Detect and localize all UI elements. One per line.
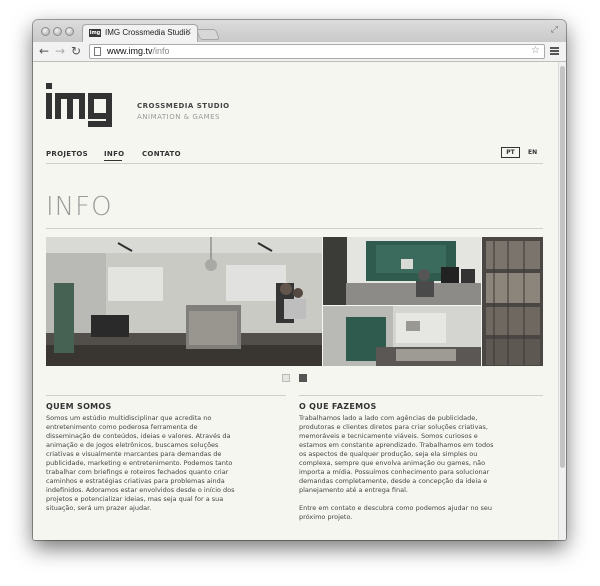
section-text-quem-somos: Somos um estúdio multidisciplinar que ac… — [46, 414, 235, 512]
tab-title: IMG Crossmedia Studio — [105, 28, 190, 37]
section-title-quem-somos: QUEM SOMOS — [46, 402, 112, 411]
scrollbar-thumb[interactable] — [560, 66, 565, 468]
close-window-button[interactable] — [41, 27, 50, 36]
office-photo-image — [46, 237, 543, 366]
vertical-scrollbar[interactable] — [558, 62, 566, 540]
hero-photo-gallery[interactable] — [46, 237, 543, 366]
gallery-dot-2[interactable] — [299, 374, 307, 382]
studio-subtitle: ANIMATION & GAMES — [137, 113, 220, 121]
reload-icon[interactable]: ↻ — [71, 44, 81, 58]
arrow-left-icon[interactable]: ← — [39, 44, 49, 58]
studio-name: CROSSMEDIA STUDIO — [137, 102, 230, 110]
browser-tab[interactable]: img IMG Crossmedia Studio × — [82, 24, 198, 42]
img-logo-icon — [46, 83, 112, 127]
language-pt-button[interactable]: PT — [501, 147, 520, 158]
zoom-window-button[interactable] — [65, 27, 74, 36]
language-en-button[interactable]: EN — [528, 149, 537, 156]
minimize-window-button[interactable] — [53, 27, 62, 36]
title-divider — [46, 228, 543, 229]
close-icon[interactable]: × — [184, 27, 192, 37]
page-icon — [94, 47, 101, 56]
star-icon[interactable]: ☆ — [531, 45, 540, 56]
new-tab-button[interactable] — [195, 29, 221, 40]
section-text-o-que-fazemos: Trabalhamos lado a lado com agências de … — [299, 414, 494, 521]
fullscreen-icon[interactable]: ⤢ — [551, 25, 558, 35]
section-divider — [46, 395, 286, 396]
page-viewport: img CROSSMEDIA STUDIO ANIMATION & GAMES … — [33, 62, 558, 540]
url-text: www.img.tv/info — [107, 46, 170, 56]
nav-divider — [46, 163, 543, 164]
section-divider — [299, 395, 543, 396]
browser-window: img IMG Crossmedia Studio × ⤢ ← → ↻ www.… — [33, 20, 566, 540]
browser-toolbar: ← → ↻ www.img.tv/info ☆ — [33, 42, 566, 62]
nav-info[interactable]: INFO — [104, 150, 124, 158]
address-bar[interactable]: www.img.tv/info ☆ — [89, 44, 545, 59]
favicon-icon: img — [89, 29, 101, 37]
section-title-o-que-fazemos: O QUE FAZEMOS — [299, 402, 377, 411]
page-title: INFO — [46, 192, 113, 222]
hamburger-menu-icon[interactable] — [550, 47, 559, 55]
gallery-dot-1[interactable] — [282, 374, 290, 382]
tab-strip: img IMG Crossmedia Studio × ⤢ — [33, 20, 566, 42]
arrow-right-icon[interactable]: → — [55, 44, 65, 58]
nav-active-indicator — [104, 160, 122, 161]
nav-projetos[interactable]: PROJETOS — [46, 150, 88, 158]
nav-contato[interactable]: CONTATO — [142, 150, 181, 158]
